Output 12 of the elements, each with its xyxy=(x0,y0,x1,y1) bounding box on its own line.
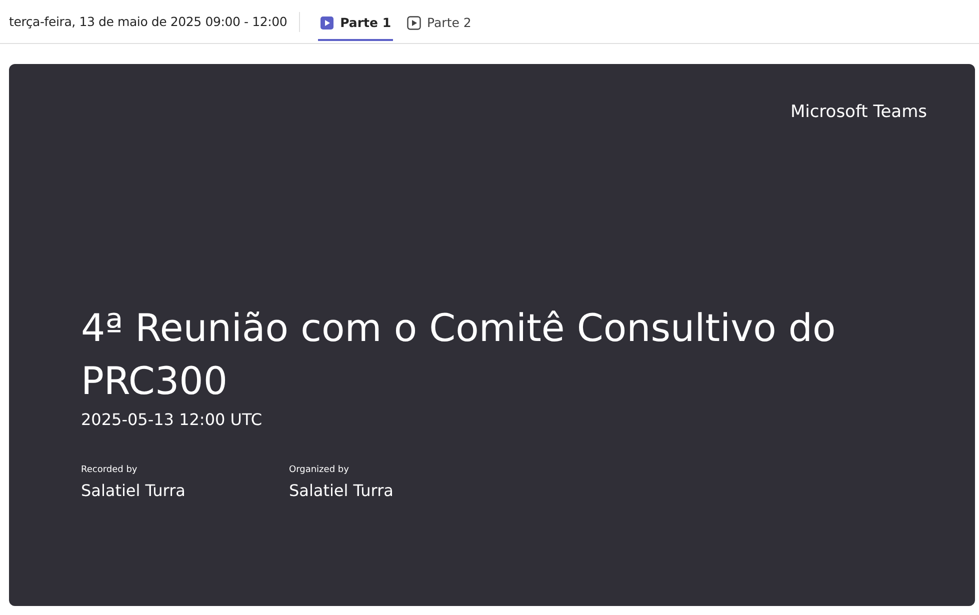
brand-label: Microsoft Teams xyxy=(790,102,927,122)
recording-timestamp: 2025-05-13 12:00 UTC xyxy=(81,410,263,429)
play-icon xyxy=(407,16,422,30)
part-tab[interactable]: Parte 1 xyxy=(318,4,394,40)
role-label: Recorded by xyxy=(81,465,138,475)
part-tab[interactable]: Parte 2 xyxy=(405,4,474,40)
meeting-date: terça-feira, 13 de maio de 2025 09:00 - 12:00 xyxy=(9,14,288,29)
person-name: Salatiel Turra xyxy=(289,481,394,500)
person-name: Salatiel Turra xyxy=(81,481,186,500)
play-icon xyxy=(320,16,334,30)
recording-title: 4ª Reunião com o Comitê Consultivo do PRC300 xyxy=(81,305,837,405)
role-label: Organized by xyxy=(289,465,350,475)
